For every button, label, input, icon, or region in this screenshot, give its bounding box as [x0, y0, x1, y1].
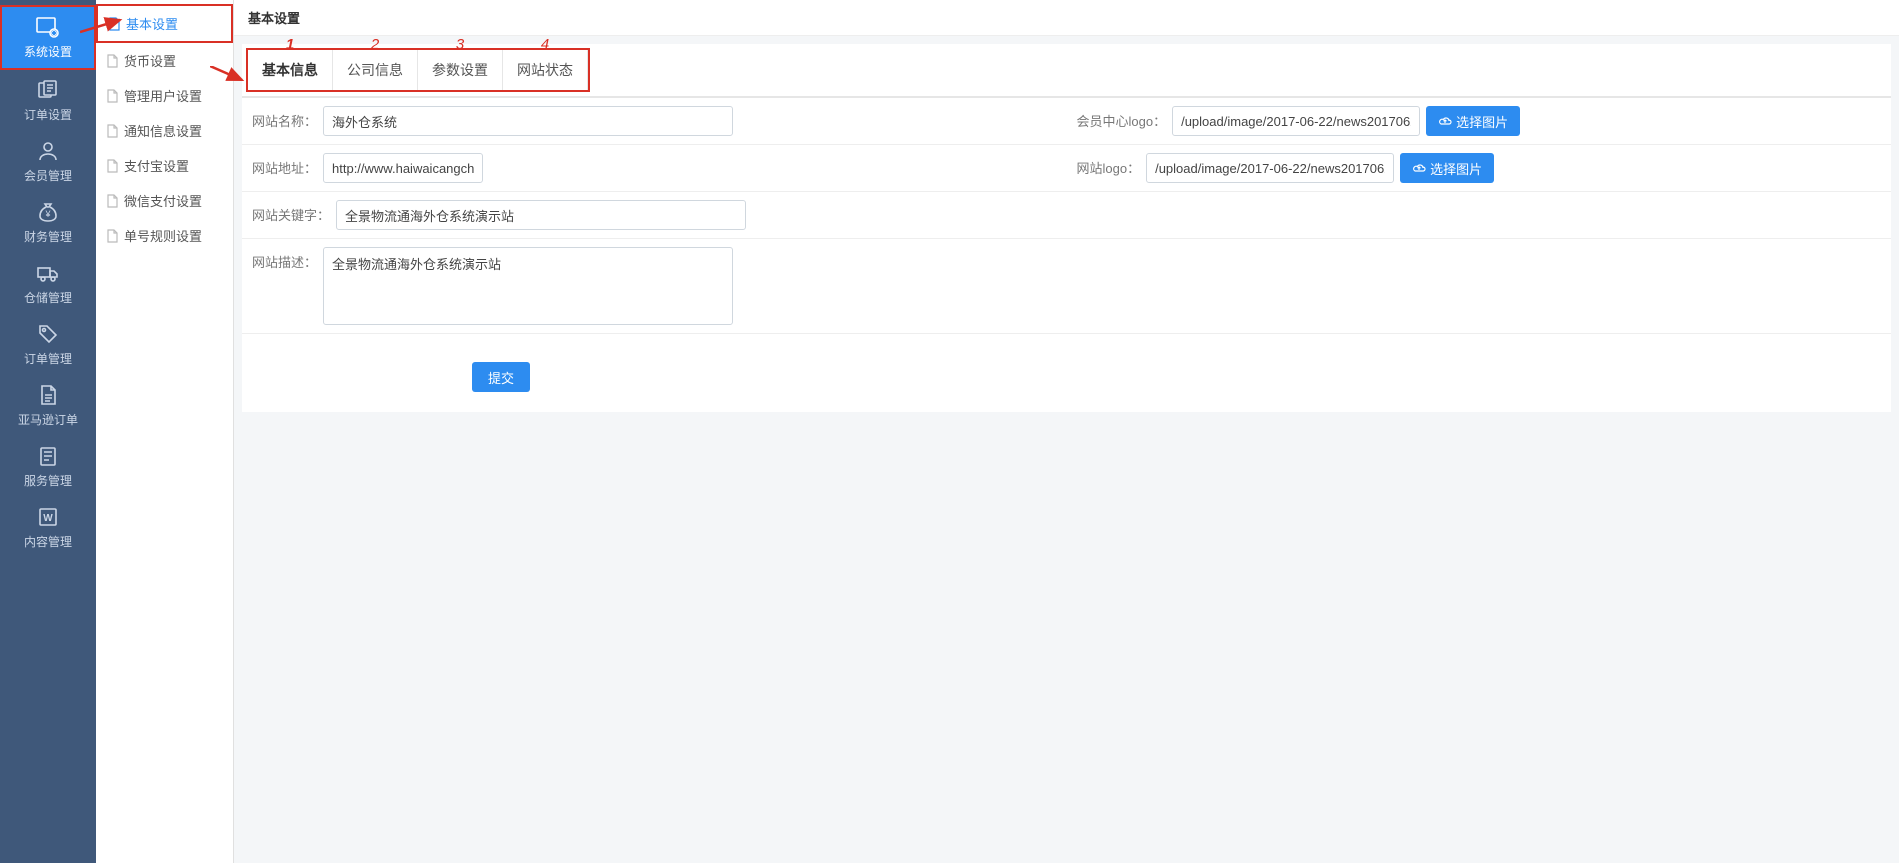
- leftnav-item-content[interactable]: W 内容管理: [0, 497, 96, 558]
- left-nav: 系统设置 订单设置 会员管理 ¥ 财务管理 仓储管理: [0, 0, 96, 863]
- tag-icon: [2, 320, 94, 348]
- site-logo-upload-button[interactable]: 选择图片: [1400, 153, 1494, 183]
- truck-icon: [2, 259, 94, 287]
- cloud-upload-icon: [1438, 115, 1452, 127]
- desc-label: 网站描述：: [252, 247, 317, 271]
- content: 1 基本信息 2 公司信息 3 参数设置 4 网站状态: [242, 44, 1891, 412]
- tab-label: 网站状态: [517, 62, 573, 78]
- annotation-number: 4: [541, 36, 549, 53]
- file-icon: [108, 17, 120, 31]
- subnav-item-notification[interactable]: 通知信息设置: [96, 113, 233, 148]
- site-logo-label: 网站logo：: [1077, 153, 1141, 177]
- subnav-item-wechat-pay[interactable]: 微信支付设置: [96, 183, 233, 218]
- svg-text:W: W: [43, 513, 53, 524]
- tab-basic-info[interactable]: 1 基本信息: [248, 50, 333, 90]
- leftnav-item-order-settings[interactable]: 订单设置: [0, 70, 96, 131]
- file-icon: [106, 54, 118, 68]
- leftnav-item-system-settings[interactable]: 系统设置: [0, 5, 96, 70]
- leftnav-label: 订单设置: [2, 106, 94, 123]
- member-logo-label: 会员中心logo：: [1077, 106, 1167, 130]
- upload-button-label: 选择图片: [1430, 159, 1482, 178]
- subnav-label: 通知信息设置: [124, 121, 202, 140]
- leftnav-item-service[interactable]: 服务管理: [0, 436, 96, 497]
- tab-site-status[interactable]: 4 网站状态: [503, 50, 588, 90]
- leftnav-label: 财务管理: [2, 228, 94, 245]
- site-logo-input[interactable]: [1146, 153, 1394, 183]
- gear-icon: [4, 13, 92, 41]
- leftnav-label: 系统设置: [4, 43, 92, 60]
- site-name-input[interactable]: [323, 106, 733, 136]
- svg-text:¥: ¥: [44, 209, 51, 219]
- subnav-label: 支付宝设置: [124, 156, 189, 175]
- document-icon: [2, 381, 94, 409]
- leftnav-item-amazon-orders[interactable]: 亚马逊订单: [0, 375, 96, 436]
- annotation-number: 1: [286, 36, 294, 53]
- leftnav-label: 服务管理: [2, 472, 94, 489]
- file-icon: [106, 194, 118, 208]
- leftnav-label: 亚马逊订单: [2, 411, 94, 428]
- settings-form: 网站名称： 会员中心logo： 选择图片 网站地: [242, 96, 1891, 334]
- money-bag-icon: ¥: [2, 198, 94, 226]
- site-name-label: 网站名称：: [252, 106, 317, 130]
- subnav-item-basic-settings[interactable]: 基本设置: [96, 4, 233, 43]
- desc-textarea[interactable]: [323, 247, 733, 325]
- file-icon: [106, 229, 118, 243]
- main-panel: 基本设置 1 基本信息 2 公司信息 3: [234, 0, 1899, 863]
- leftnav-item-member-manage[interactable]: 会员管理: [0, 131, 96, 192]
- leftnav-label: 仓储管理: [2, 289, 94, 306]
- tabs: 1 基本信息 2 公司信息 3 参数设置 4 网站状态: [246, 48, 590, 92]
- subnav-label: 微信支付设置: [124, 191, 202, 210]
- user-icon: [2, 137, 94, 165]
- subnav-item-admin-user[interactable]: 管理用户设置: [96, 78, 233, 113]
- tab-company-info[interactable]: 2 公司信息: [333, 50, 418, 90]
- member-logo-upload-button[interactable]: 选择图片: [1426, 106, 1520, 136]
- subnav-item-alipay[interactable]: 支付宝设置: [96, 148, 233, 183]
- file-icon: [106, 89, 118, 103]
- subnav-label: 货币设置: [124, 51, 176, 70]
- member-logo-input[interactable]: [1172, 106, 1420, 136]
- tab-label: 公司信息: [347, 62, 403, 78]
- sub-nav: 基本设置 货币设置 管理用户设置 通知信息设置 支付宝设置 微信支付设置 单号规…: [96, 0, 234, 863]
- keywords-label: 网站关键字：: [252, 200, 330, 224]
- tab-label: 参数设置: [432, 62, 488, 78]
- leftnav-item-finance[interactable]: ¥ 财务管理: [0, 192, 96, 253]
- leftnav-item-warehouse[interactable]: 仓储管理: [0, 253, 96, 314]
- list-icon: [2, 442, 94, 470]
- subnav-label: 基本设置: [126, 14, 178, 33]
- documents-icon: [2, 76, 94, 104]
- site-url-input[interactable]: [323, 153, 483, 183]
- subnav-label: 单号规则设置: [124, 226, 202, 245]
- leftnav-item-order-manage[interactable]: 订单管理: [0, 314, 96, 375]
- annotation-number: 3: [456, 36, 464, 53]
- file-icon: [106, 159, 118, 173]
- annotation-number: 2: [371, 36, 379, 53]
- subnav-label: 管理用户设置: [124, 86, 202, 105]
- file-icon: [106, 124, 118, 138]
- site-url-label: 网站地址：: [252, 153, 317, 177]
- leftnav-label: 内容管理: [2, 533, 94, 550]
- leftnav-label: 会员管理: [2, 167, 94, 184]
- page-title: 基本设置: [234, 0, 1899, 36]
- subnav-item-number-rules[interactable]: 单号规则设置: [96, 218, 233, 253]
- submit-button[interactable]: 提交: [472, 362, 530, 392]
- upload-button-label: 选择图片: [1456, 112, 1508, 131]
- cloud-upload-icon: [1412, 162, 1426, 174]
- tab-label: 基本信息: [262, 62, 318, 78]
- leftnav-label: 订单管理: [2, 350, 94, 367]
- keywords-input[interactable]: [336, 200, 746, 230]
- subnav-item-currency[interactable]: 货币设置: [96, 43, 233, 78]
- word-doc-icon: W: [2, 503, 94, 531]
- tab-params[interactable]: 3 参数设置: [418, 50, 503, 90]
